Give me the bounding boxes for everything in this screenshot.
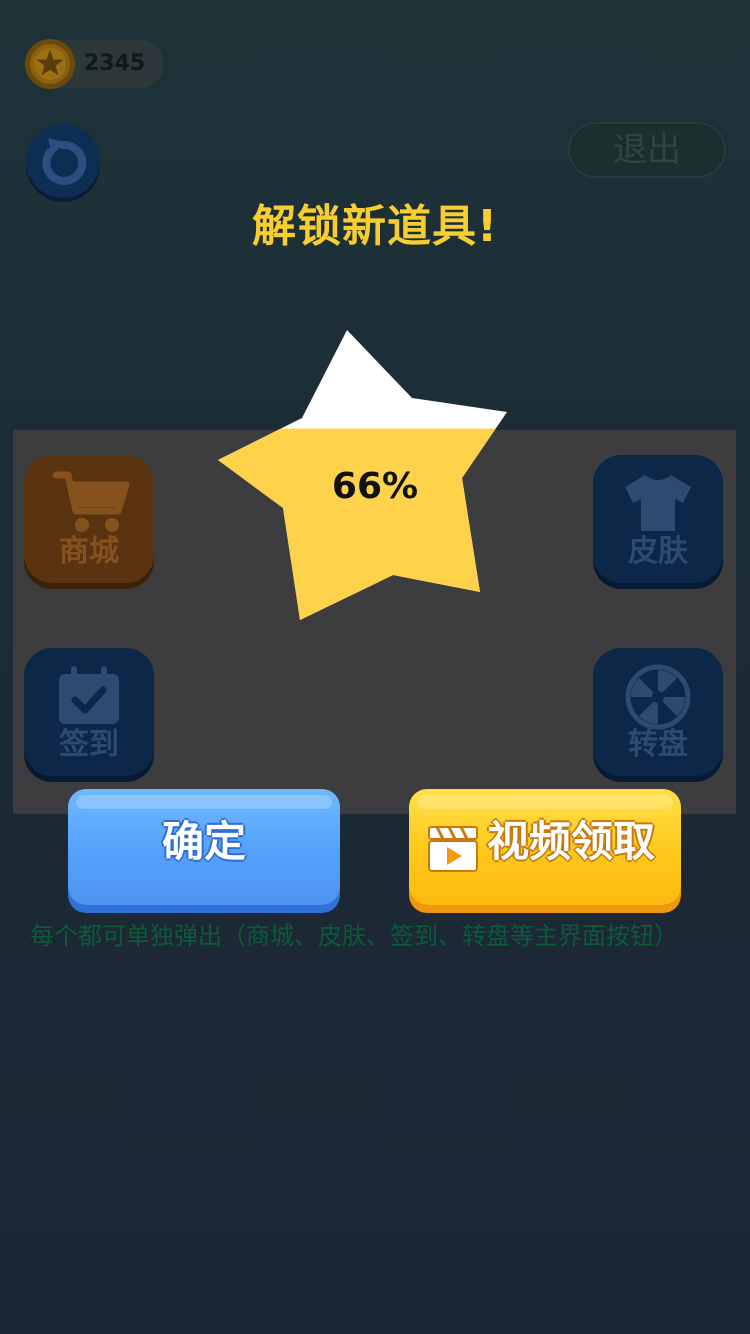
hint-text: 每个都可单独弹出（商城、皮肤、签到、转盘等主界面按钮） xyxy=(30,922,678,950)
clapperboard-icon xyxy=(428,826,478,872)
popup-title: 解锁新道具! xyxy=(251,201,499,252)
confirm-label: 确定 xyxy=(161,817,246,866)
checkin-button[interactable]: 签到 xyxy=(24,648,154,776)
refresh-icon xyxy=(42,138,87,185)
exit-button[interactable]: 退出 xyxy=(568,122,726,178)
refresh-button[interactable] xyxy=(26,124,100,198)
progress-percent: 66% xyxy=(331,466,419,507)
star-fill-level xyxy=(218,428,507,620)
video-reward-button[interactable]: 视频领取 xyxy=(409,789,681,905)
coin-count: 2345 xyxy=(84,51,146,76)
video-reward-label: 视频领取 xyxy=(487,817,656,866)
skin-label: 皮肤 xyxy=(628,534,688,569)
shop-label: 商城 xyxy=(59,534,119,569)
wheel-label: 转盘 xyxy=(628,727,688,762)
checkin-label: 签到 xyxy=(59,727,119,762)
confirm-button[interactable]: 确定 xyxy=(68,789,340,905)
star-coin-icon xyxy=(24,38,76,90)
calendar-check-icon xyxy=(59,666,119,724)
wheel-button[interactable]: 转盘 xyxy=(593,648,723,776)
wheel-icon xyxy=(625,664,691,730)
